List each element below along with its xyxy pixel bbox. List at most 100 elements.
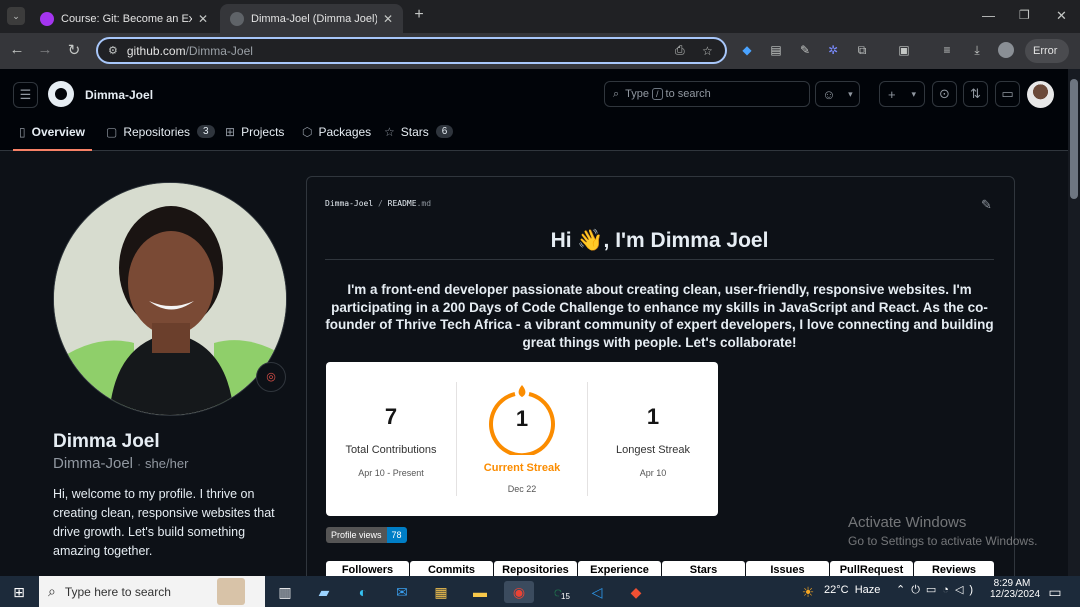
notepad-app-icon[interactable]: ▰ xyxy=(313,581,335,603)
copilot-button[interactable]: ☺ ▾ xyxy=(815,81,860,107)
minimize-button[interactable]: — xyxy=(982,8,995,23)
repo-icon: ▢ xyxy=(106,125,118,139)
tab-projects[interactable]: ⊞ Projects xyxy=(225,125,284,151)
udemy-icon xyxy=(40,11,54,26)
profile-bio: Hi, welcome to my profile. I thrive on c… xyxy=(53,487,275,558)
tab-github-profile[interactable]: Dimma-Joel (Dimma Joel) ✕ xyxy=(220,4,403,33)
readme-heading: Hi 👋, I'm Dimma Joel xyxy=(325,229,994,260)
pull-request-icon: ⇅ xyxy=(970,86,981,101)
profile-avatar[interactable] xyxy=(53,182,287,416)
weather-text[interactable]: 22°C Haze xyxy=(824,584,880,596)
profile-login: Dimma-Joel xyxy=(53,455,134,472)
edit-readme-pencil-icon[interactable]: ✎ xyxy=(981,197,992,213)
notification-center-icon[interactable]: ▭ xyxy=(1044,581,1066,603)
install-app-icon[interactable]: ⎙ xyxy=(675,43,685,58)
readme-intro: I'm a front-end developer passionate abo… xyxy=(325,282,994,350)
edge-app-icon[interactable]: ◐ xyxy=(352,581,374,603)
windows-start-icon[interactable]: ⊞ xyxy=(8,581,30,603)
taskbar-search-input[interactable]: ⌕ Type here to search xyxy=(39,576,265,607)
bookmark-star-icon[interactable]: ☆ xyxy=(702,44,713,58)
table-icon: ⊞ xyxy=(225,125,236,139)
github-stat-tab[interactable]: Followers xyxy=(326,561,409,576)
profile-page: ◎ Dimma Joel Dimma-Joel · she/her Hi, we… xyxy=(0,152,1068,576)
tab-course[interactable]: Course: Git: Become an Expert in ✕ xyxy=(30,4,218,33)
github-stat-tab[interactable]: Reviews xyxy=(914,561,994,576)
github-stat-tab[interactable]: Issues xyxy=(746,561,829,576)
vscode-app-icon[interactable]: ◁ xyxy=(586,581,608,603)
search-highlight-image xyxy=(217,578,245,605)
github-icon xyxy=(230,11,244,26)
reading-list-icon[interactable]: ≡ xyxy=(939,42,955,58)
issues-button[interactable]: ⊙ xyxy=(932,81,957,107)
site-info-icon[interactable]: ⚙ xyxy=(108,44,118,57)
create-new-button[interactable]: + ▾ xyxy=(879,81,925,107)
close-window-button[interactable]: ✕ xyxy=(1056,8,1067,24)
github-stat-tab[interactable]: Stars xyxy=(662,561,745,576)
forward-icon[interactable]: → xyxy=(35,41,55,58)
windows-taskbar: ⊞ ⌕ Type here to search ▥ ▰ ◐ ✉ ▦ ▬ ◉ ◌ … xyxy=(0,576,1080,607)
new-tab-button[interactable]: + xyxy=(410,6,428,26)
git-app-icon[interactable]: ◆ xyxy=(625,581,647,603)
mail-app-icon[interactable]: ✉ xyxy=(391,581,413,603)
header-username[interactable]: Dimma-Joel xyxy=(85,88,153,102)
status-emoji-button[interactable]: ◎ xyxy=(256,362,286,392)
extension-doc-icon[interactable]: ▤ xyxy=(768,42,784,58)
stars-count: 6 xyxy=(435,125,454,138)
profile-avatar-icon[interactable] xyxy=(998,42,1014,58)
extensions-puzzle-icon[interactable]: ⧉ xyxy=(854,42,870,58)
tab-repositories[interactable]: ▢ Repositories 3 xyxy=(106,125,215,151)
copilot-icon: ☺ xyxy=(822,86,836,102)
whatsapp-app-icon[interactable]: ◌ 15 xyxy=(547,581,572,603)
url-path: /Dimma-Joel xyxy=(185,43,253,58)
search-key-hint: / xyxy=(652,88,663,100)
page-scrollbar[interactable] xyxy=(1068,69,1080,576)
url-domain: github.com xyxy=(126,43,186,58)
clock[interactable]: 8:29 AM 12/23/2024 xyxy=(990,578,1040,600)
total-contributions-range: Apr 10 - Present xyxy=(358,468,424,478)
chrome-app-icon[interactable]: ◉ xyxy=(504,581,534,603)
close-tab-icon[interactable]: ✕ xyxy=(383,12,393,26)
github-stat-tab[interactable]: PullRequest xyxy=(830,561,913,576)
browser-toolbar: ← → ↻ ⚙ github.com/Dimma-Joel ⎙ ☆ ◆ ▤ ✎ … xyxy=(0,33,1080,81)
downloads-icon[interactable]: ⤓ xyxy=(969,42,985,58)
github-logo-icon[interactable] xyxy=(48,81,74,107)
github-stat-tab[interactable]: Repositories xyxy=(494,561,577,576)
restore-button[interactable]: ❐ xyxy=(1019,8,1030,22)
file-explorer-icon[interactable]: ▬ xyxy=(469,581,491,603)
profile-views-badge: Profile views 78 xyxy=(326,527,407,543)
hamburger-menu-button[interactable]: ☰ xyxy=(13,82,38,108)
search-input[interactable]: ⌕ Type / to search xyxy=(604,81,810,107)
inbox-button[interactable]: ▭ xyxy=(995,81,1020,107)
reload-icon[interactable]: ↻ xyxy=(64,41,84,59)
book-icon: ▯ xyxy=(19,125,26,139)
extension-gear-icon[interactable]: ✲ xyxy=(825,42,841,58)
extension-pen-icon[interactable]: ✎ xyxy=(797,42,813,58)
store-app-icon[interactable]: ▦ xyxy=(430,581,452,603)
weather-icon: ☀ xyxy=(801,584,815,600)
back-icon[interactable]: ← xyxy=(7,41,27,58)
package-icon: ⬡ xyxy=(302,125,313,139)
pull-requests-button[interactable]: ⇅ xyxy=(963,81,988,107)
total-contributions-stat: 7 Total Contributions Apr 10 - Present xyxy=(326,362,456,516)
address-bar[interactable]: ⚙ github.com/Dimma-Joel ⎙ ☆ xyxy=(96,37,727,64)
user-avatar[interactable] xyxy=(1027,81,1054,108)
github-header: ☰ Dimma-Joel ⌕ Type / to search ☺ ▾ + ▾ ⊙ … xyxy=(0,69,1068,151)
search-icon: ⌕ xyxy=(48,583,56,599)
repositories-count: 3 xyxy=(197,125,215,138)
tab-packages[interactable]: ⬡ Packages xyxy=(302,125,371,151)
task-view-icon[interactable]: ▥ xyxy=(274,581,296,603)
close-tab-icon[interactable]: ✕ xyxy=(198,12,208,26)
current-streak-value: 1 xyxy=(515,406,529,431)
extension-drop-icon[interactable]: ◆ xyxy=(739,42,755,58)
activate-windows-watermark: Activate Windows Go to Settings to activ… xyxy=(848,514,1038,548)
github-stat-tab[interactable]: Commits xyxy=(410,561,493,576)
fire-icon xyxy=(518,385,526,397)
readme-path: Dimma-Joel / README.md xyxy=(325,199,432,208)
github-stat-tab[interactable]: Experience xyxy=(578,561,661,576)
tab-stars[interactable]: ☆ Stars 6 xyxy=(384,125,454,151)
screenshot-icon[interactable]: ▣ xyxy=(896,42,912,58)
tab-overview[interactable]: ▯ Overview xyxy=(13,125,92,151)
error-button[interactable]: Error ⋮ xyxy=(1025,39,1069,81)
system-tray-icons[interactable]: ⌃⏻▭◔◁) xyxy=(896,583,979,597)
tab-search-button[interactable]: ⌄ xyxy=(7,7,25,25)
